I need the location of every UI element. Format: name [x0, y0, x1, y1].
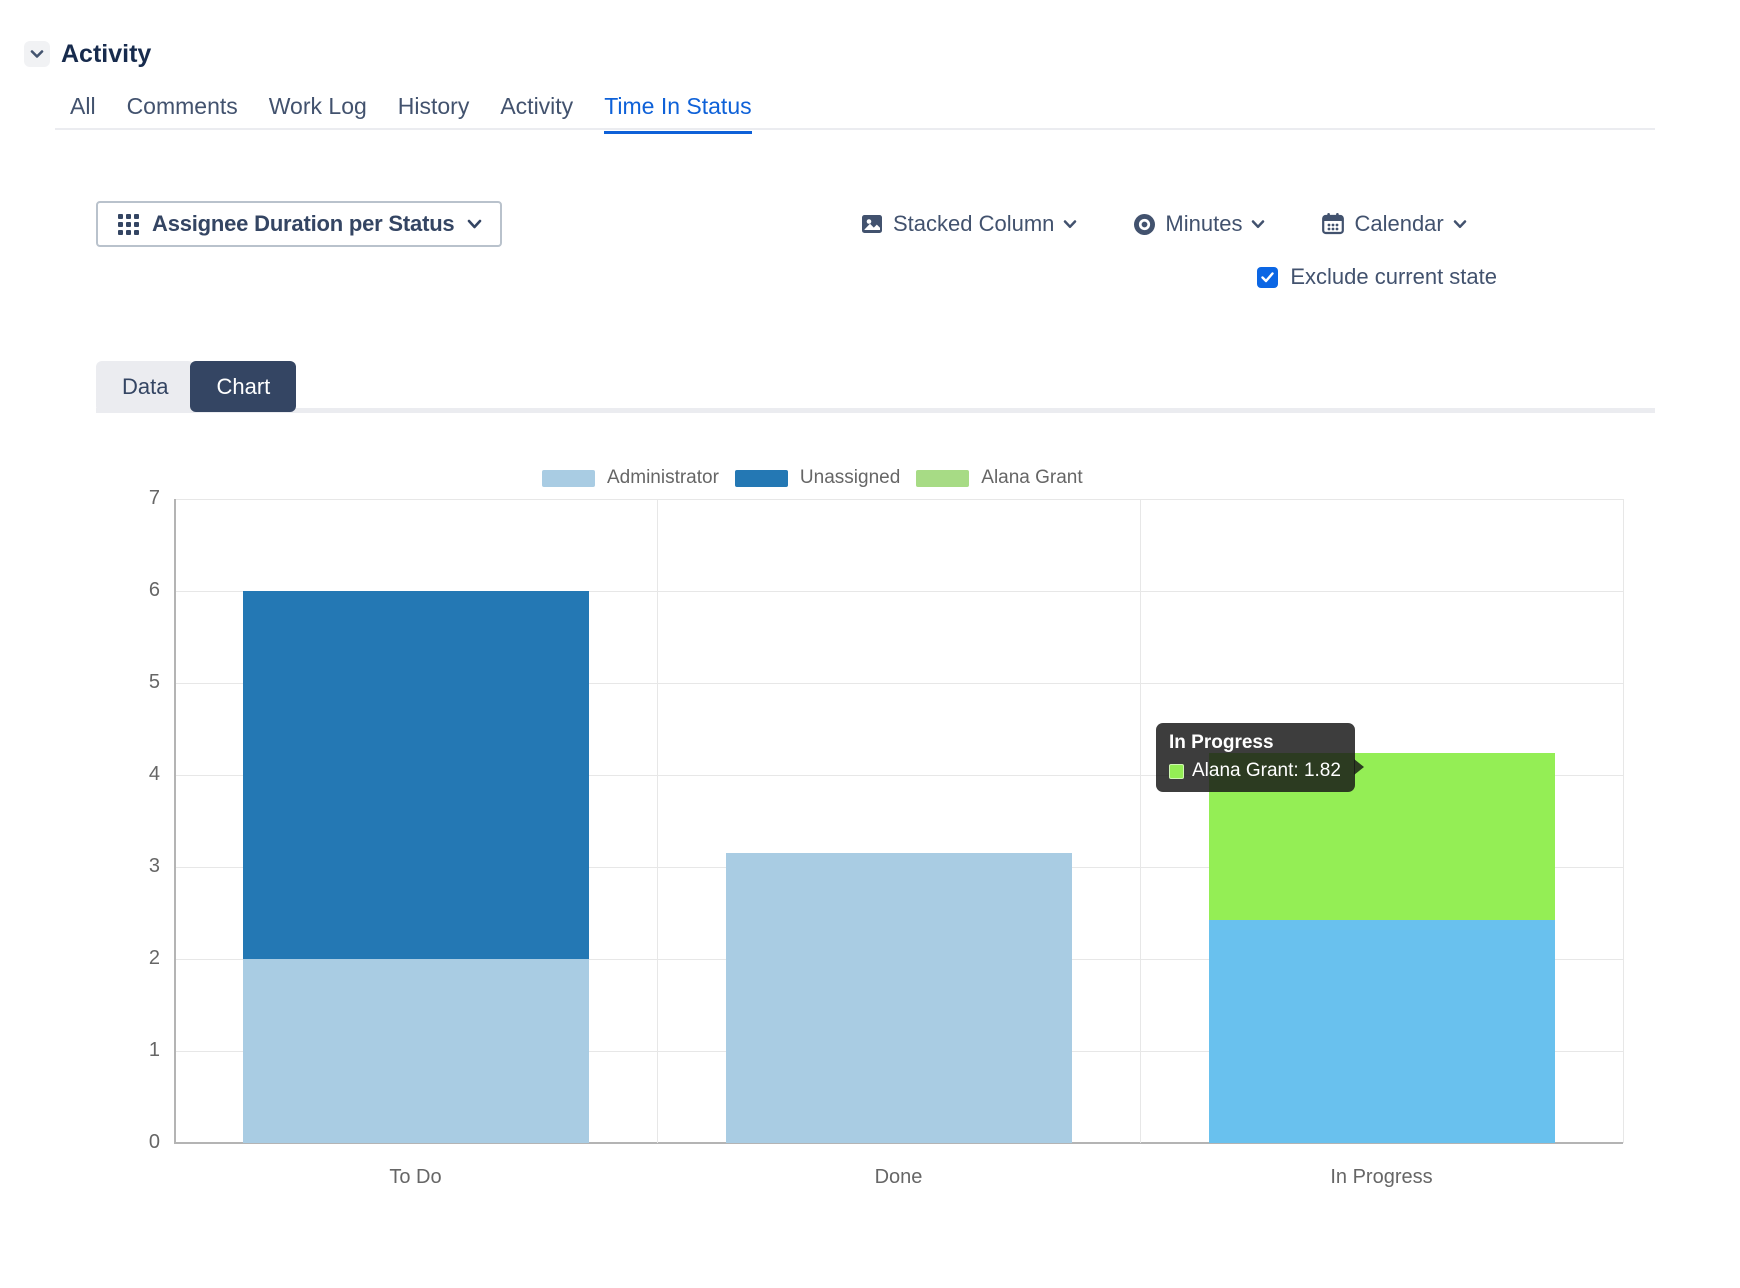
tooltip-series-swatch [1169, 764, 1184, 779]
gridline [174, 499, 1623, 500]
y-tick-label: 7 [110, 487, 160, 510]
y-tick-label: 3 [110, 855, 160, 878]
bar-segment-administrator[interactable] [1209, 920, 1555, 1143]
y-tick-label: 4 [110, 763, 160, 786]
bar-segment-administrator[interactable] [243, 959, 589, 1143]
y-tick-label: 1 [110, 1039, 160, 1062]
tab-chart[interactable]: Chart [190, 361, 296, 412]
x-category-label: To Do [296, 1166, 536, 1189]
tooltip-title: In Progress [1169, 732, 1341, 754]
y-tick-label: 5 [110, 671, 160, 694]
stacked-column-chart: 0 1 2 3 4 5 6 7 To Do Done In Progress [0, 0, 1740, 1288]
tooltip-value-label: Alana Grant: 1.82 [1192, 760, 1341, 782]
y-tick-label: 2 [110, 947, 160, 970]
bar-segment-administrator[interactable] [726, 853, 1072, 1143]
y-tick-label: 0 [110, 1131, 160, 1154]
x-category-label: Done [779, 1166, 1019, 1189]
tooltip-row: Alana Grant: 1.82 [1169, 760, 1341, 782]
chart-tooltip: In Progress Alana Grant: 1.82 [1156, 723, 1355, 792]
category-gridline [1140, 499, 1141, 1143]
y-tick-label: 6 [110, 579, 160, 602]
category-gridline [1623, 499, 1624, 1143]
bar-segment-unassigned[interactable] [243, 591, 589, 959]
category-gridline [657, 499, 658, 1143]
y-axis-line [174, 499, 176, 1143]
x-category-label: In Progress [1262, 1166, 1502, 1189]
